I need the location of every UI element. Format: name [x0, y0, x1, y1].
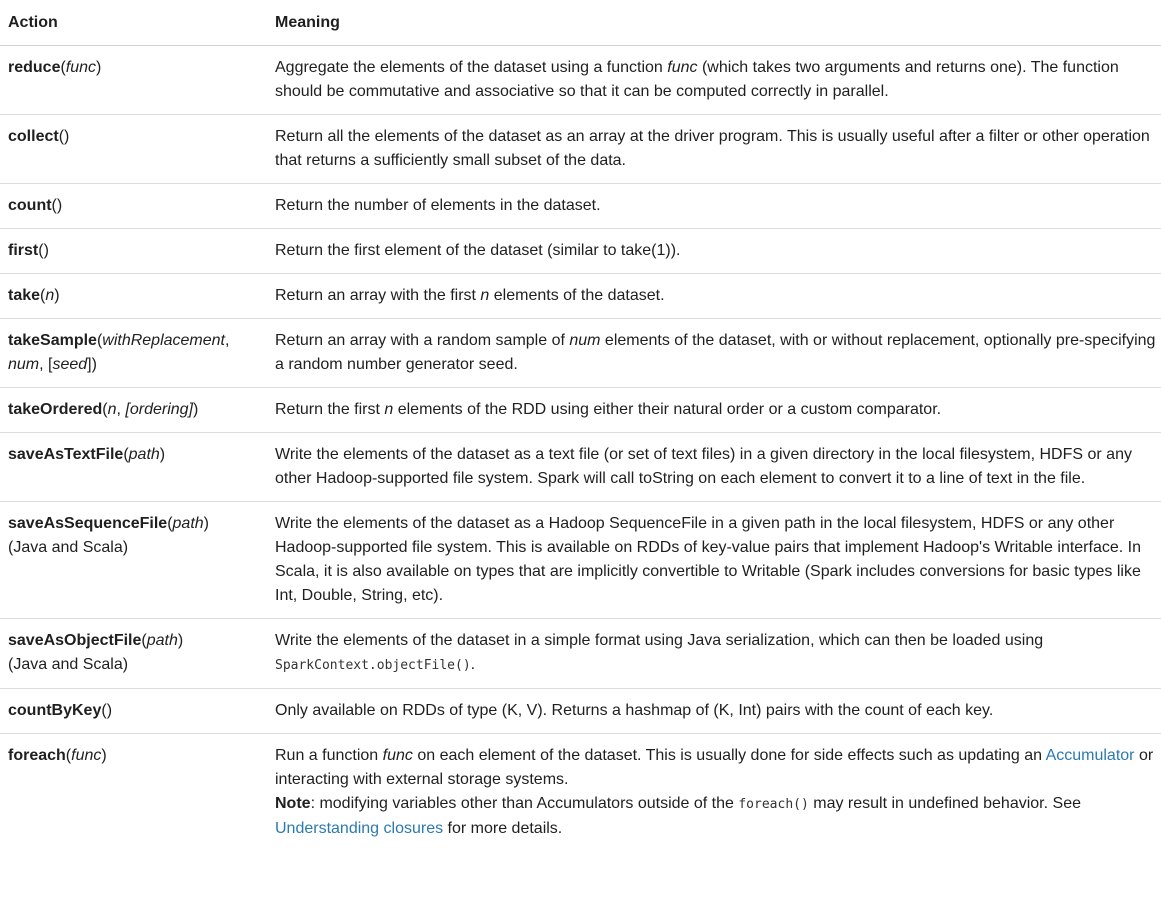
meaning-cell: Return an array with a random sample of … — [267, 318, 1161, 388]
action-name: saveAsSequenceFile — [8, 515, 168, 532]
actions-table: Action Meaning reduce(func) Aggregate th… — [0, 0, 1161, 851]
language-note: (Java and Scala) — [8, 656, 129, 673]
action-name: takeOrdered — [8, 401, 103, 418]
meaning-cell: Write the elements of the dataset as a t… — [267, 432, 1161, 502]
action-cell: takeOrdered(n, [ordering]) — [0, 387, 267, 433]
action-name: reduce — [8, 59, 61, 76]
action-name: take — [8, 287, 41, 304]
understanding-closures-link[interactable]: Understanding closures — [275, 820, 443, 837]
action-cell: saveAsSequenceFile(path) (Java and Scala) — [0, 501, 267, 619]
table-row: saveAsTextFile(path) Write the elements … — [0, 432, 1161, 502]
meaning-cell: Return the number of elements in the dat… — [267, 183, 1161, 229]
table-row: saveAsObjectFile(path) (Java and Scala) W… — [0, 618, 1161, 689]
table-row: collect() Return all the elements of the… — [0, 114, 1161, 184]
table-row: saveAsSequenceFile(path) (Java and Scala)… — [0, 501, 1161, 619]
table-row: reduce(func) Aggregate the elements of t… — [0, 45, 1161, 115]
action-cell: collect() — [0, 114, 267, 184]
header-meaning: Meaning — [267, 0, 1161, 46]
action-name: saveAsObjectFile — [8, 632, 142, 649]
action-cell: saveAsObjectFile(path) (Java and Scala) — [0, 618, 267, 689]
table-row: first() Return the first element of the … — [0, 228, 1161, 274]
meaning-cell: Return all the elements of the dataset a… — [267, 114, 1161, 184]
table-row: foreach(func) Run a function func on eac… — [0, 734, 1161, 852]
action-name: foreach — [8, 747, 66, 764]
accumulator-link[interactable]: Accumulator — [1046, 747, 1135, 764]
action-cell: reduce(func) — [0, 45, 267, 115]
meaning-cell: Write the elements of the dataset as a H… — [267, 501, 1161, 619]
action-name: collect — [8, 128, 59, 145]
meaning-cell: Return an array with the first n element… — [267, 273, 1161, 319]
action-cell: take(n) — [0, 273, 267, 319]
meaning-cell: Write the elements of the dataset in a s… — [267, 618, 1161, 689]
action-cell: foreach(func) — [8, 747, 107, 764]
action-name: saveAsTextFile — [8, 446, 124, 463]
action-cell: count() — [0, 183, 267, 229]
meaning-cell: Aggregate the elements of the dataset us… — [267, 45, 1161, 115]
action-name: first — [8, 242, 39, 259]
action-cell: countByKey() — [0, 688, 267, 734]
action-name: count — [8, 197, 52, 214]
table-row: take(n) Return an array with the first n… — [0, 273, 1161, 319]
meaning-cell: Return the first element of the dataset … — [267, 228, 1161, 274]
action-name: takeSample — [8, 332, 97, 349]
meaning-cell: Return the first n elements of the RDD u… — [267, 387, 1161, 433]
action-cell: takeSample(withReplacement, num, [seed]) — [0, 318, 267, 388]
table-header-row: Action Meaning — [0, 0, 1161, 46]
language-note: (Java and Scala) — [8, 539, 129, 556]
note-label: Note — [275, 795, 311, 812]
table-row: takeOrdered(n, [ordering]) Return the fi… — [0, 387, 1161, 433]
action-cell: first() — [0, 228, 267, 274]
action-name: countByKey — [8, 702, 102, 719]
code-snippet: foreach() — [738, 797, 809, 812]
action-cell: saveAsTextFile(path) — [0, 432, 267, 502]
table-row: takeSample(withReplacement, num, [seed])… — [0, 318, 1161, 388]
table-row: countByKey() Only available on RDDs of t… — [0, 688, 1161, 734]
code-snippet: SparkContext.objectFile() — [275, 658, 471, 673]
header-action: Action — [0, 0, 267, 46]
meaning-cell: Only available on RDDs of type (K, V). R… — [267, 688, 1161, 734]
table-row: count() Return the number of elements in… — [0, 183, 1161, 229]
meaning-cell: Run a function func on each element of t… — [275, 747, 1154, 837]
